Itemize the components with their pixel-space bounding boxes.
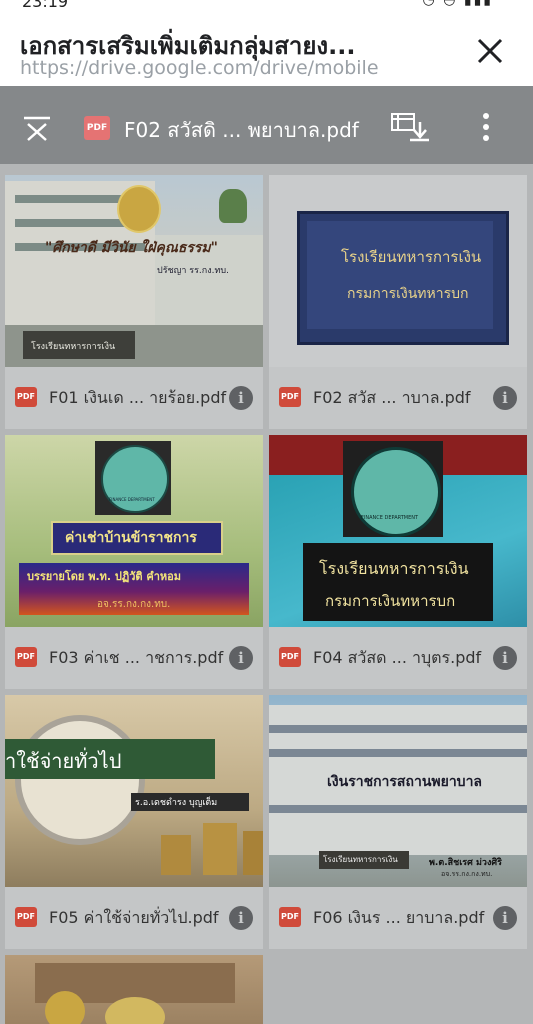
file-footer: PDF F02 สวัส ... าบาล.pdf i: [269, 367, 527, 429]
thumb-line2: กรมการเงินทหารบก: [347, 286, 469, 302]
file-name: F01 เงินเด ... ายร้อย.pdf: [49, 388, 227, 407]
file-card-f03[interactable]: FINANCE DEPARTMENT ค่าเช่าบ้านข้าราชการ …: [5, 435, 263, 689]
file-footer: PDF F06 เงินร ... ยาบาล.pdf i: [269, 887, 527, 949]
thumb-sign: โรงเรียนทหารการเงิน: [323, 855, 398, 864]
thumb-title: ค่าเช่าบ้านข้าราชการ: [65, 530, 197, 546]
info-icon[interactable]: i: [493, 386, 517, 410]
file-name: F02 สวัส ... าบาล.pdf: [313, 388, 471, 407]
pdf-file-icon: PDF: [84, 116, 110, 140]
file-thumbnail: โรงเรียนทหารการเงิน กรมการเงินทหารบก: [269, 175, 527, 367]
thumb-author: พ.ต.สิชเรศ ม่วงศิริ: [429, 858, 502, 868]
file-card-f05[interactable]: าใช้จ่ายทั่วไป ร.อ.เดชดำรง บุญเต็ม PDF F…: [5, 695, 263, 949]
file-card-f07[interactable]: [5, 955, 263, 1024]
thumb-slogan: "ศึกษาดี มีวินัย ใฝ่คุณธรรม": [45, 240, 218, 256]
more-options-icon[interactable]: [476, 110, 496, 144]
file-card-f06[interactable]: เงินราชการสถานพยาบาล โรงเรียนทหารการเงิน…: [269, 695, 527, 949]
thumb-sign: โรงเรียนทหารการเงิน: [31, 342, 116, 352]
file-thumbnail: าใช้จ่ายทั่วไป ร.อ.เดชดำรง บุญเต็ม: [5, 695, 263, 887]
file-footer: PDF F01 เงินเด ... ายร้อย.pdf i: [5, 367, 263, 429]
info-icon[interactable]: i: [493, 646, 517, 670]
file-footer: PDF F05 ค่าใช้จ่ายทั่วไป.pdf i: [5, 887, 263, 949]
download-icon[interactable]: [390, 112, 430, 142]
pdf-icon: PDF: [279, 647, 301, 667]
emblem-icon: [117, 185, 161, 233]
clock-icon: [15, 715, 145, 845]
info-icon[interactable]: i: [229, 386, 253, 410]
thumb-line1: โรงเรียนทหารการเงิน: [319, 559, 469, 578]
info-icon[interactable]: i: [493, 906, 517, 930]
status-icons: ◔ ◓ ▮▮▮: [422, 0, 493, 8]
file-footer: PDF F03 ค่าเช ... าชการ.pdf i: [5, 627, 263, 689]
info-icon[interactable]: i: [229, 906, 253, 930]
file-name: F04 สวัสด ... าบุตร.pdf: [313, 648, 482, 667]
file-name: F03 ค่าเช ... าชการ.pdf: [49, 648, 224, 667]
thumb-seal-text: FINANCE DEPARTMENT: [109, 497, 155, 502]
close-icon[interactable]: [473, 34, 507, 68]
pdf-icon: PDF: [15, 907, 37, 927]
thumb-org: อจ.รร.กง.กง.ทบ.: [97, 599, 171, 610]
browser-header: เอกสารเสริมเพิ่มเติมกลุ่มสายง... https:/…: [0, 12, 533, 86]
status-time: 23:19: [22, 0, 69, 11]
menu-close-icon[interactable]: [22, 112, 52, 142]
file-thumbnail: FINANCE DEPARTMENT ค่าเช่าบ้านข้าราชการ …: [5, 435, 263, 627]
thumb-org: อจ.รร.กง.กง.ทบ.: [441, 870, 493, 878]
thumb-sub: ปรัชญา รร.กง.ทบ.: [157, 266, 229, 276]
file-thumbnail: เงินราชการสถานพยาบาล โรงเรียนทหารการเงิน…: [269, 695, 527, 887]
emblem-icon: [45, 991, 85, 1024]
viewer-file-title: F02 สวัสดิ ... พยาบาล.pdf: [124, 118, 359, 142]
thumb-author: ร.อ.เดชดำรง บุญเต็ม: [135, 798, 218, 808]
pdf-icon: PDF: [15, 647, 37, 667]
file-card-f02[interactable]: โรงเรียนทหารการเงิน กรมการเงินทหารบก PDF…: [269, 175, 527, 429]
finance-seal-icon: [101, 445, 169, 513]
file-name: F05 ค่าใช้จ่ายทั่วไป.pdf: [49, 908, 219, 927]
pdf-icon: PDF: [279, 387, 301, 407]
pdf-icon: PDF: [15, 387, 37, 407]
thumb-title: าใช้จ่ายทั่วไป: [5, 749, 122, 773]
file-footer: PDF F04 สวัสด ... าบุตร.pdf i: [269, 627, 527, 689]
mascot-icon: [219, 189, 247, 223]
thumb-title: เงินราชการสถานพยาบาล: [327, 774, 483, 790]
file-thumbnail: [5, 955, 263, 1024]
viewer-toolbar: PDF F02 สวัสดิ ... พยาบาล.pdf: [0, 86, 533, 164]
thumb-lecturer: บรรยายโดย พ.ท. ปฏิวัติ คำหอม: [27, 570, 182, 583]
file-card-f01[interactable]: "ศึกษาดี มีวินัย ใฝ่คุณธรรม" ปรัชญา รร.ก…: [5, 175, 263, 429]
file-thumbnail: "ศึกษาดี มีวินัย ใฝ่คุณธรรม" ปรัชญา รร.ก…: [5, 175, 263, 367]
thumb-line2: กรมการเงินทหารบก: [325, 592, 456, 610]
thumb-seal-text: FINANCE DEPARTMENT: [361, 515, 419, 521]
file-card-f04[interactable]: FINANCE DEPARTMENT โรงเรียนทหารการเงิน ก…: [269, 435, 527, 689]
finance-seal-icon: [351, 447, 441, 537]
file-name: F06 เงินร ... ยาบาล.pdf: [313, 908, 485, 927]
file-thumbnail: FINANCE DEPARTMENT โรงเรียนทหารการเงิน ก…: [269, 435, 527, 627]
thumb-line1: โรงเรียนทหารการเงิน: [341, 248, 482, 266]
page-url[interactable]: https://drive.google.com/drive/mobile: [20, 57, 379, 79]
info-icon[interactable]: i: [229, 646, 253, 670]
pdf-icon: PDF: [279, 907, 301, 927]
status-bar: 23:19 ◔ ◓ ▮▮▮: [0, 0, 533, 12]
